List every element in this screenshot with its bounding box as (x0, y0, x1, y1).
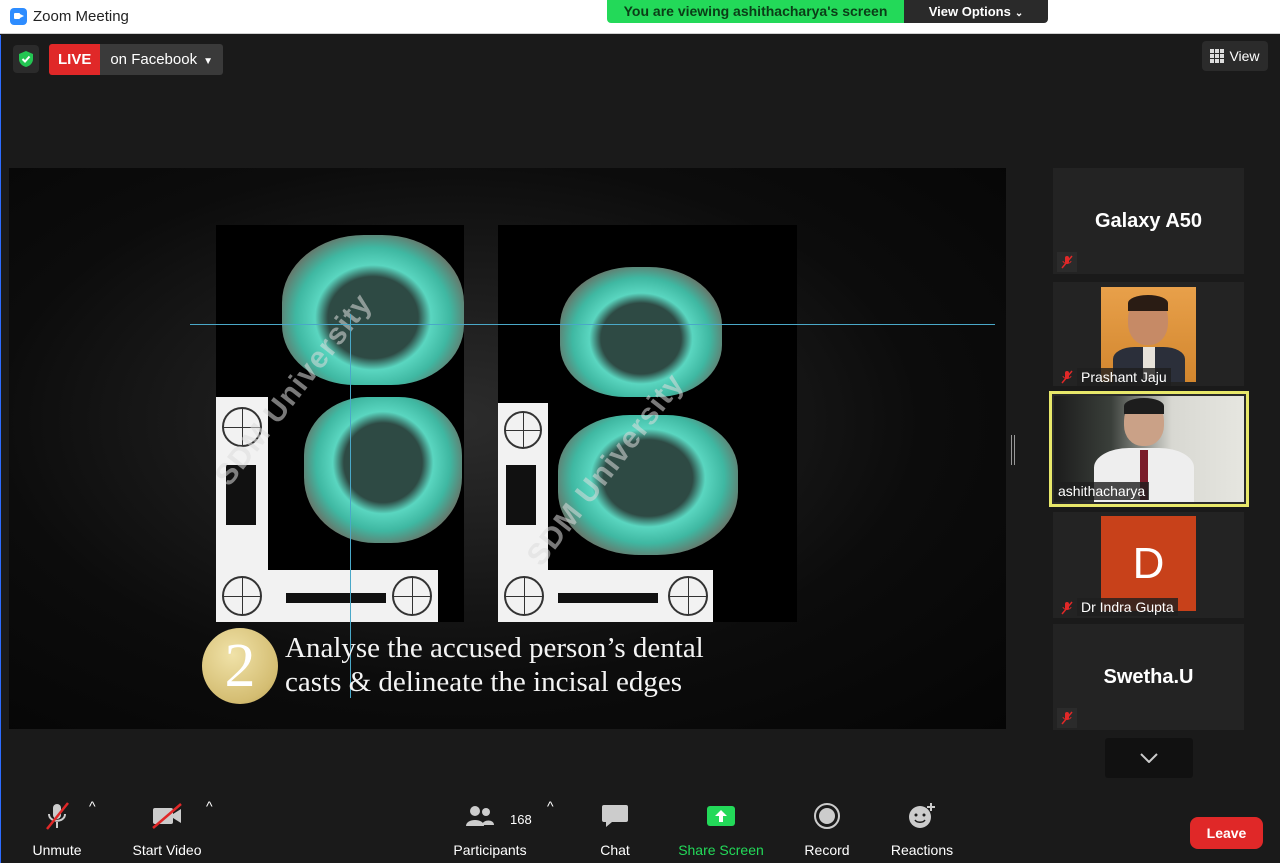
participant-name: Galaxy A50 (1094, 210, 1203, 232)
video-options-caret[interactable]: ^ (206, 798, 213, 814)
lower-cast-left (304, 397, 462, 543)
leave-button[interactable]: Leave (1190, 817, 1263, 849)
record-label: Record (804, 842, 850, 858)
record-button[interactable]: Record (801, 798, 853, 858)
shared-screen: SDM University SDM University 2 Analyse … (9, 168, 1006, 729)
scale-stripe (506, 465, 536, 525)
slide-caption: Analyse the accused person’s dental cast… (285, 631, 704, 699)
participant-tile-active-speaker[interactable]: ashithacharya (1049, 391, 1249, 507)
participant-name: Prashant Jaju (1077, 368, 1171, 386)
unmute-label: Unmute (32, 842, 82, 858)
more-participants-button[interactable] (1105, 738, 1193, 778)
viewing-banner: You are viewing ashithacharya's screen (607, 0, 904, 23)
mic-muted-icon (1057, 252, 1077, 272)
participant-tile[interactable]: Swetha.U (1053, 624, 1244, 730)
stream-target-label: on Facebook (110, 51, 198, 68)
mic-muted-icon (1057, 367, 1077, 387)
unmute-button[interactable]: Unmute (21, 798, 93, 858)
meeting-toolbar: Unmute ^ Start Video ^ Participants 168 … (1, 798, 1280, 863)
participant-name: ashithacharya (1054, 482, 1150, 500)
share-screen-button[interactable]: Share Screen (676, 798, 766, 858)
upper-cast-right (560, 267, 722, 397)
participant-tile[interactable]: Galaxy A50 (1053, 168, 1244, 274)
shield-icon (19, 51, 33, 67)
participant-avatar: D (1101, 516, 1196, 611)
participant-tile[interactable]: Prashant Jaju (1053, 282, 1244, 386)
view-options-button[interactable]: View Options ⌄ (904, 0, 1048, 23)
view-options-label: View Options (928, 4, 1011, 19)
participant-name: Dr Indra Gupta (1077, 598, 1178, 616)
crosshair-mark (668, 576, 708, 616)
crosshair-mark (504, 576, 544, 616)
mic-muted-icon (21, 798, 93, 834)
chat-button[interactable]: Chat (589, 798, 641, 858)
reactions-button[interactable]: Reactions (887, 798, 957, 858)
chat-icon (589, 798, 641, 834)
security-shield-button[interactable] (13, 45, 39, 73)
participants-label: Participants (453, 842, 527, 858)
crosshair-mark (504, 411, 542, 449)
reactions-label: Reactions (890, 842, 954, 858)
mic-muted-icon (1057, 708, 1077, 728)
record-icon (801, 798, 853, 834)
scale-stripe (286, 593, 386, 603)
share-screen-icon (676, 798, 766, 834)
crosshair-mark (392, 576, 432, 616)
video-off-icon (127, 798, 207, 834)
reference-line-horizontal (190, 324, 995, 325)
view-label: View (1229, 48, 1260, 64)
caption-line-2: casts & delineate the incisal edges (285, 666, 682, 698)
live-stream-indicator[interactable]: LIVE on Facebook ▼ (49, 44, 223, 75)
reactions-icon (887, 798, 957, 834)
step-number-badge: 2 (202, 628, 278, 704)
audio-options-caret[interactable]: ^ (89, 798, 96, 814)
grid-icon (1210, 49, 1225, 63)
share-screen-label: Share Screen (678, 842, 764, 858)
start-video-button[interactable]: Start Video (127, 798, 207, 858)
stream-target-dropdown[interactable]: on Facebook ▼ (100, 44, 223, 75)
participants-count: 168 (510, 812, 532, 827)
chat-label: Chat (600, 842, 630, 858)
live-badge: LIVE (49, 44, 101, 75)
caption-line-1: Analyse the accused person’s dental (285, 632, 704, 664)
participants-button[interactable]: Participants (450, 798, 530, 858)
mic-muted-icon (1057, 598, 1077, 618)
chevron-down-icon: ⌄ (1014, 8, 1024, 19)
zoom-app-icon (10, 8, 27, 25)
chevron-down-icon (1140, 753, 1158, 763)
participant-tile[interactable]: D Dr Indra Gupta (1053, 512, 1244, 618)
participants-options-caret[interactable]: ^ (547, 798, 554, 814)
window-title: Zoom Meeting (33, 8, 129, 25)
caret-down-icon: ▼ (203, 56, 213, 67)
crosshair-mark (222, 576, 262, 616)
scale-stripe (558, 593, 658, 603)
participant-name: Swetha.U (1103, 666, 1194, 688)
start-video-label: Start Video (132, 842, 202, 858)
meeting-area: LIVE on Facebook ▼ View SDM University S… (0, 35, 1280, 863)
panel-resize-handle[interactable] (1011, 435, 1015, 465)
view-button[interactable]: View (1202, 41, 1268, 71)
